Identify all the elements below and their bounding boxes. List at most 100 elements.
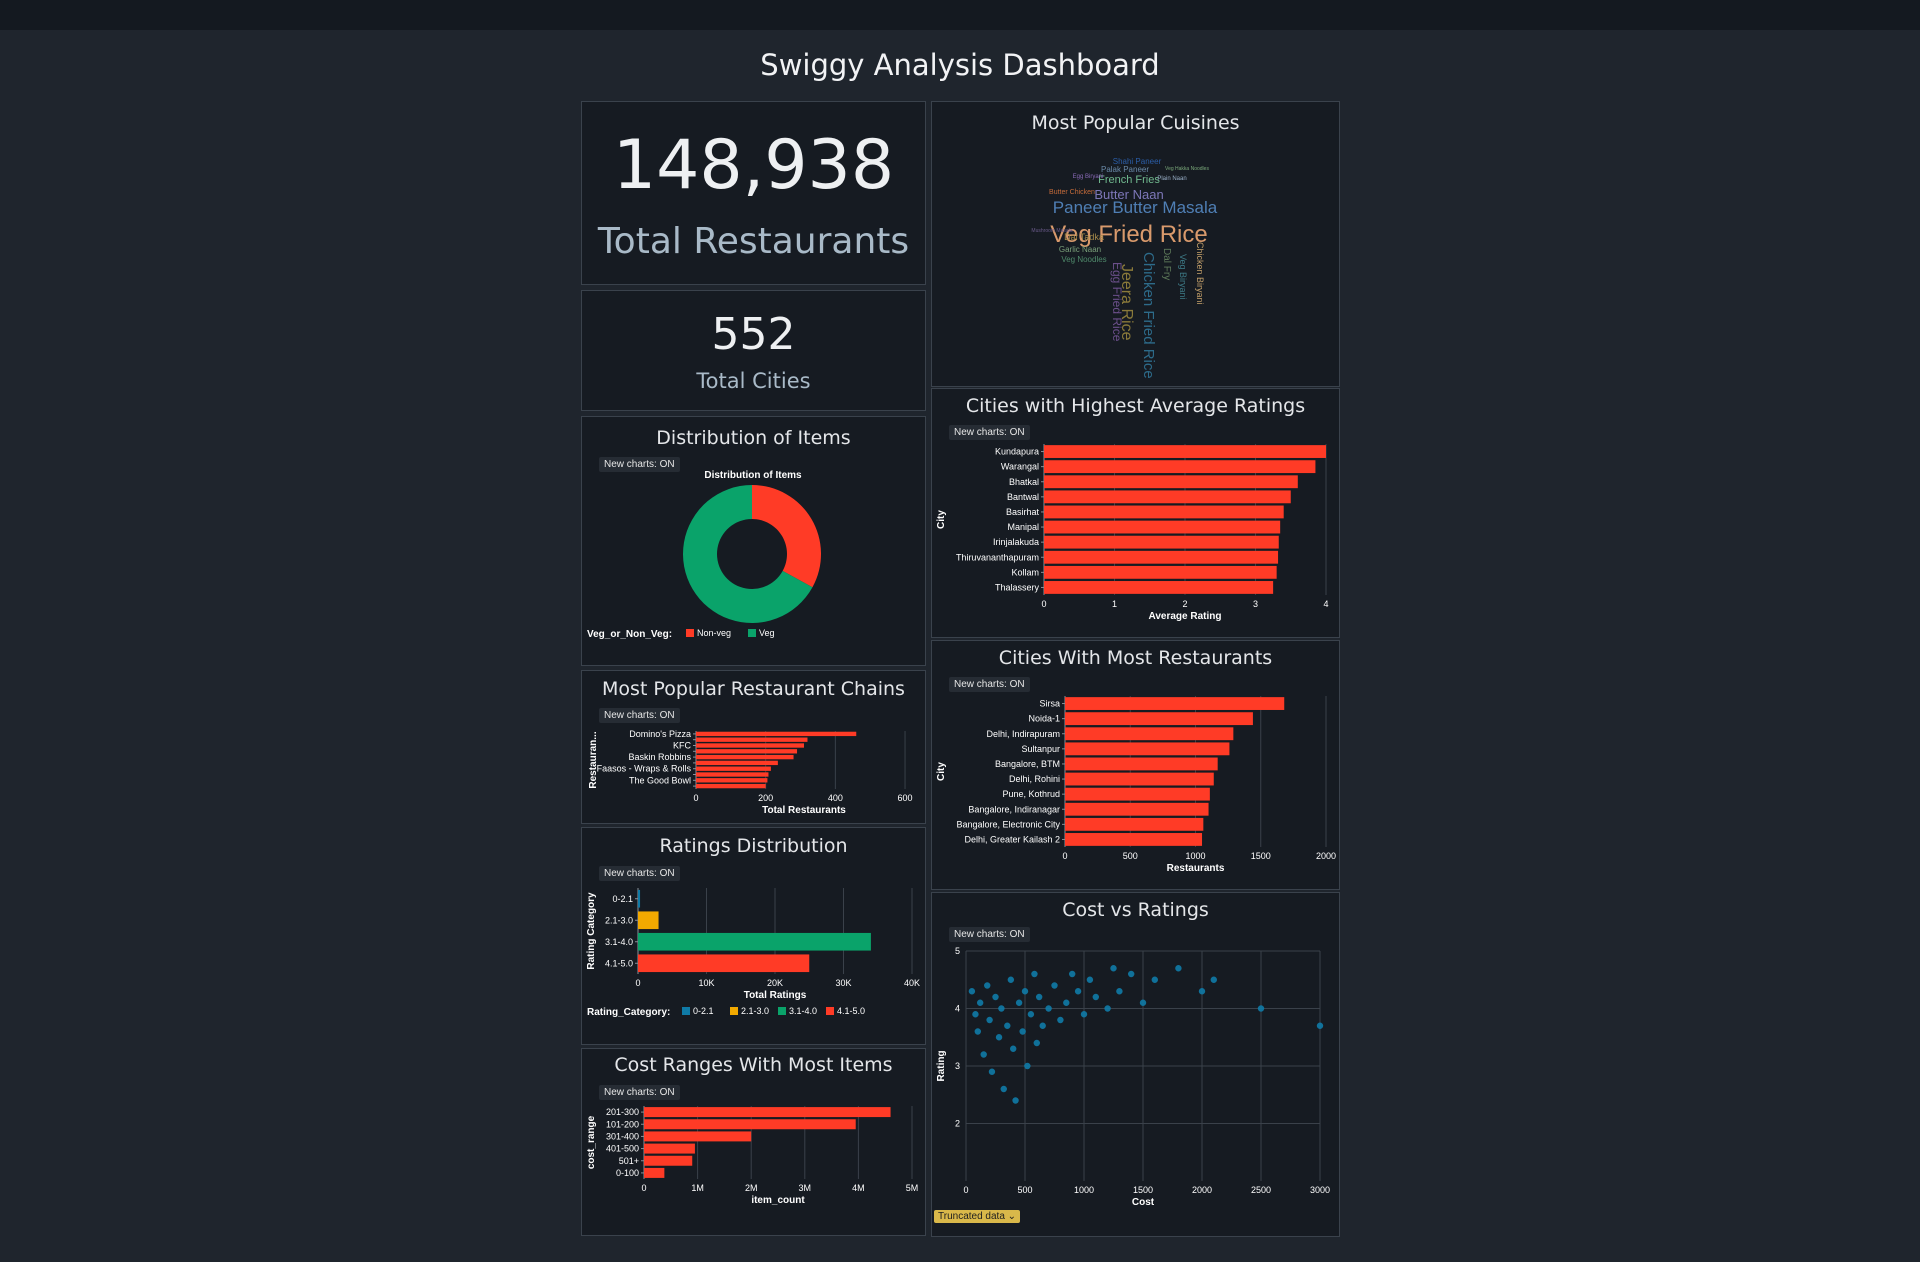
legend-swatch <box>826 1007 834 1015</box>
legend-label: 0-2.1 <box>693 1006 714 1016</box>
bar <box>1044 520 1281 534</box>
scatter-point <box>1021 988 1029 995</box>
y-tick-label: Delhi, Indirapuram <box>986 729 1060 739</box>
y-tick-label: Basirhat <box>1006 507 1040 517</box>
y-tick-label: 5 <box>955 946 960 956</box>
scatter-point <box>1139 999 1147 1006</box>
scatter-point <box>1175 965 1182 972</box>
bar <box>696 766 771 771</box>
scatter-point <box>1015 999 1023 1006</box>
x-tick-label: 5M <box>906 1183 919 1193</box>
scatter-point <box>968 988 976 995</box>
bar <box>696 760 778 766</box>
cuisines-title: Most Popular Cuisines <box>1031 112 1240 134</box>
cuisine-word-cloud: Veg Fried RicePaneer Butter MasalaButter… <box>1031 157 1217 379</box>
word-cloud-word: Veg Hakka Noodles <box>1165 166 1209 172</box>
bar <box>1044 475 1298 489</box>
cost-ranges-panel: Cost Ranges With Most Items New charts: … <box>581 1048 926 1236</box>
new-charts-toggle[interactable]: New charts: ON <box>949 927 1030 942</box>
y-tick-label: Noida-1 <box>1028 714 1060 724</box>
scatter-point <box>1027 1011 1035 1018</box>
bar <box>644 1143 695 1154</box>
x-tick-label: 600 <box>898 793 913 803</box>
cost-ratings-title: Cost vs Ratings <box>1062 899 1209 921</box>
scatter-point <box>1035 993 1043 1001</box>
bar <box>1044 460 1316 474</box>
y-tick-label: Kollam <box>1011 567 1039 577</box>
scatter-point <box>1033 1039 1040 1047</box>
x-tick-label: 0 <box>693 793 698 803</box>
bar <box>1065 772 1214 786</box>
scatter-point <box>992 993 999 1001</box>
chart-title: Distribution of Items <box>704 470 802 481</box>
scatter-point <box>1128 970 1135 978</box>
truncated-data-toggle[interactable]: Truncated data ⌄ <box>934 1210 1021 1223</box>
items-panel: Distribution of Items New charts: ON Dis… <box>581 416 926 666</box>
x-tick-label: 1000 <box>1074 1185 1094 1195</box>
bar <box>1044 581 1274 594</box>
x-tick-label: 0 <box>641 1183 646 1193</box>
scatter-point <box>1024 1062 1031 1070</box>
word-cloud-word: Chicken Fried Rice <box>1140 252 1157 379</box>
cost-ranges-title: Cost Ranges With Most Items <box>614 1054 893 1076</box>
new-charts-toggle[interactable]: New charts: ON <box>599 708 680 723</box>
word-cloud-word: Plain Naan <box>1157 176 1186 182</box>
y-tick-label: 301-400 <box>606 1131 639 1141</box>
bar <box>1044 550 1279 564</box>
kpi-restaurants-label: Total Restaurants <box>597 221 910 262</box>
scatter-point <box>1051 982 1058 989</box>
bar <box>696 754 794 760</box>
x-tick-label: 0 <box>963 1185 968 1195</box>
y-tick-label: 0-100 <box>616 1168 639 1178</box>
new-charts-toggle[interactable]: New charts: ON <box>599 866 680 881</box>
cost-ratings-scatter-chart: 0 500 1000 1500 2000 2500 3000 2 3 4 5 Cost Rating <box>936 946 1330 1208</box>
bar <box>638 889 641 908</box>
most-cities-bar-chart: 0 500 1000 1500 2000 Sirsa Noida-1 Delhi, Indir… <box>936 696 1336 874</box>
y-tick-label: 201-300 <box>606 1107 639 1117</box>
cost-ranges-bar-chart: 0 1M 2M 3M 4M 5M 201-300 101-200 301-400 401-500 5… <box>586 1106 919 1206</box>
scatter-point <box>1007 976 1015 983</box>
x-tick-label: 1M <box>691 1183 704 1193</box>
new-charts-toggle[interactable]: New charts: ON <box>949 677 1030 692</box>
word-cloud-word: Dal Fry <box>1161 248 1172 280</box>
word-cloud-word: Veg Noodles <box>1061 255 1106 264</box>
scatter-point <box>1086 976 1094 983</box>
scatter-point <box>1057 1016 1064 1024</box>
scatter-point <box>1039 1022 1046 1029</box>
y-tick-label: Delhi, Rohini <box>1009 774 1060 784</box>
legend-swatch <box>682 1007 690 1015</box>
x-tick-label: 1000 <box>1185 851 1205 861</box>
bar <box>1044 505 1284 519</box>
word-cloud-word: Garlic Naan <box>1059 245 1101 254</box>
scatter-point <box>1116 988 1123 995</box>
word-cloud-word: Palak Paneer <box>1101 165 1149 174</box>
bar <box>644 1131 752 1142</box>
scatter-point <box>1000 1085 1007 1093</box>
scatter-point <box>998 1005 1005 1012</box>
kpi-cities-label: Total Cities <box>696 369 811 393</box>
x-tick-label: 400 <box>828 793 843 803</box>
y-tick-label: Sultanpur <box>1021 744 1060 754</box>
bar <box>696 731 857 737</box>
y-tick-label: Bhatkal <box>1009 477 1039 487</box>
x-tick-label: 3M <box>799 1183 812 1193</box>
scatter-point <box>1151 976 1158 983</box>
bar <box>1065 697 1285 710</box>
bar <box>696 772 769 777</box>
new-charts-toggle[interactable]: New charts: ON <box>949 425 1030 440</box>
scatter-point <box>1104 1005 1111 1012</box>
new-charts-toggle[interactable]: New charts: ON <box>599 1085 680 1100</box>
scatter-point <box>972 1011 979 1018</box>
y-axis-title: City <box>936 510 947 529</box>
bar <box>1065 833 1203 846</box>
y-tick-label: Irinjalakuda <box>993 537 1039 547</box>
bar <box>1065 742 1230 756</box>
scatter-point <box>988 1068 996 1075</box>
word-cloud-word: Butter Chicken <box>1049 189 1095 196</box>
word-cloud-word: Butter Naan <box>1094 187 1163 202</box>
y-tick-label: 101-200 <box>606 1119 639 1129</box>
x-tick-label: 500 <box>1123 851 1138 861</box>
y-tick-label: Thiruvananthapuram <box>956 552 1039 562</box>
y-tick-label: Warangal <box>1001 462 1039 472</box>
x-tick-label: 2 <box>1182 599 1187 609</box>
